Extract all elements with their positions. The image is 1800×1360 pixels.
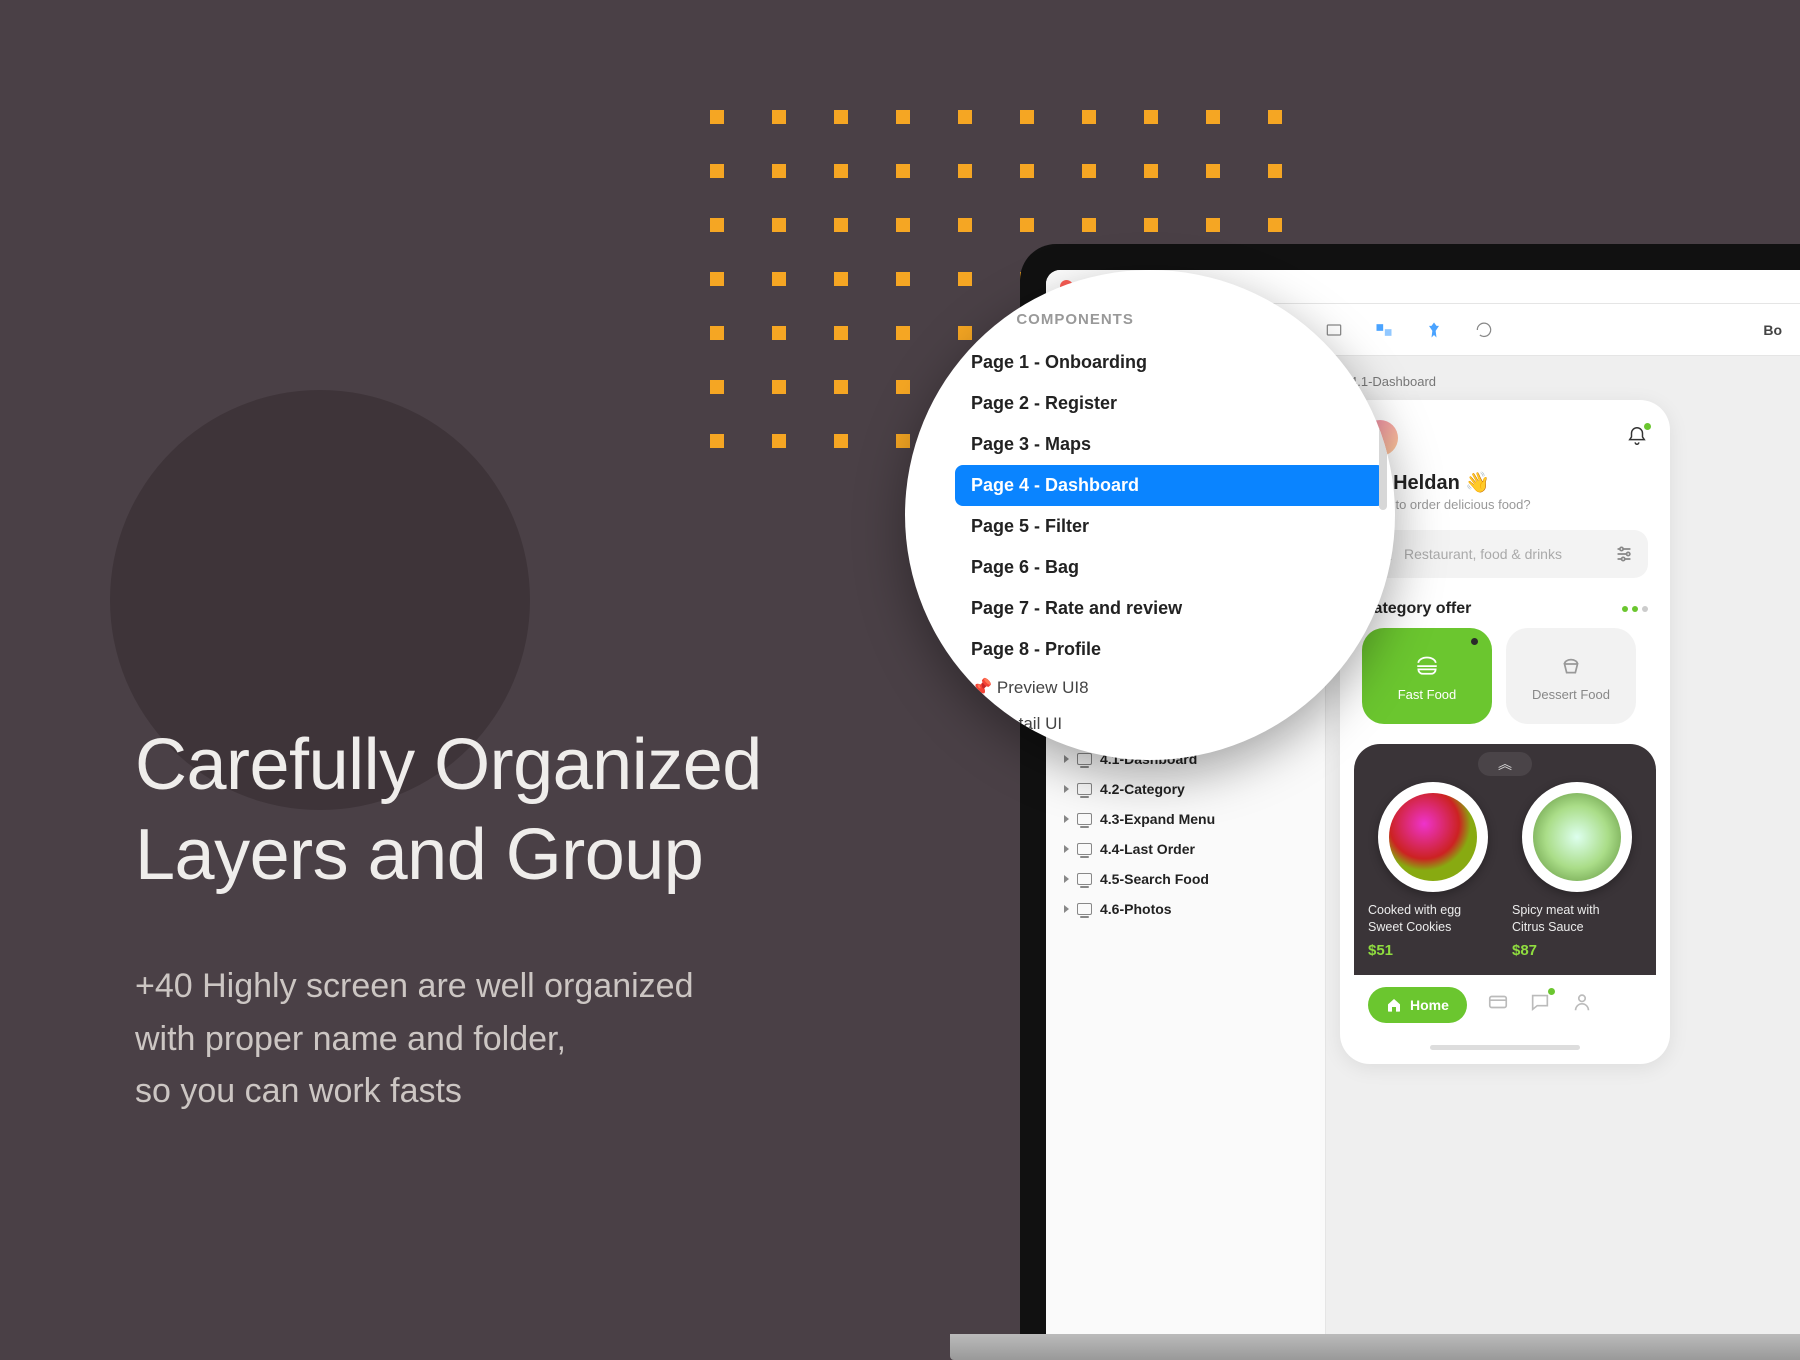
tab-profile[interactable] (1571, 991, 1593, 1018)
category-label: Dessert Food (1532, 687, 1610, 702)
hero-desc-line2: with proper name and folder, (135, 1020, 566, 1058)
page-row[interactable]: Page 3 - Maps (955, 424, 1385, 465)
magnifier-circle: …ts COMPONENTS ＋ ˄ Page 1 - Onboarding P… (905, 270, 1395, 760)
filter-icon[interactable] (1614, 544, 1634, 564)
food-price: $51 (1368, 942, 1498, 959)
pager-dots (1622, 606, 1648, 612)
toolbar-label: Bo (1763, 322, 1782, 338)
layer-row[interactable]: 4.3-Expand Menu (1046, 804, 1325, 834)
layer-row[interactable]: 4.2-Category (1046, 774, 1325, 804)
design-canvas[interactable]: 4.1-Dashboard Hi, Heldan 👋 Want to ord (1326, 356, 1800, 1334)
hero-title-line1: Carefully Organized (135, 725, 762, 805)
hero-desc-line1: +40 Highly screen are well organized (135, 967, 693, 1005)
layer-label: 4.5-Search Food (1100, 871, 1209, 887)
page-row[interactable]: Page 7 - Rate and review (955, 588, 1385, 629)
tab-home[interactable]: Home (1368, 987, 1467, 1023)
layer-row[interactable]: 4.6-Photos (1046, 894, 1325, 924)
artboard-icon (1077, 753, 1092, 765)
toolbar-refresh-icon[interactable] (1474, 320, 1494, 340)
expand-handle-icon[interactable]: ︽ (1478, 752, 1532, 776)
food-price: $87 (1512, 942, 1642, 959)
layer-label: 4.3-Expand Menu (1100, 811, 1215, 827)
layer-label: 4.4-Last Order (1100, 841, 1195, 857)
hero-copy: Carefully Organized Layers and Group +40… (135, 720, 762, 1118)
pinned-item[interactable]: Detail UI (955, 706, 1385, 742)
tab-chat[interactable] (1529, 991, 1551, 1018)
food-name: Spicy meat with (1512, 903, 1600, 917)
panel-tab-documents[interactable]: …ts (963, 311, 994, 328)
burger-icon (1414, 651, 1440, 677)
food-name: Citrus Sauce (1512, 920, 1584, 934)
food-card[interactable]: Cooked with egg Sweet Cookies $51 (1368, 782, 1498, 959)
artboard-icon (1077, 903, 1092, 915)
artboard-icon (1077, 843, 1092, 855)
category-label: Fast Food (1398, 687, 1457, 702)
layer-row[interactable]: 4.4-Last Order (1046, 834, 1325, 864)
artboard-icon (1077, 873, 1092, 885)
category-card-dessert[interactable]: Dessert Food (1506, 628, 1636, 724)
page-row[interactable]: Page 2 - Register (955, 383, 1385, 424)
notification-icon[interactable] (1626, 425, 1648, 452)
collapse-icon[interactable]: ˄ (1365, 306, 1377, 332)
page-row[interactable]: Page 6 - Bag (955, 547, 1385, 588)
tab-bar: Home (1354, 975, 1656, 1035)
layer-row[interactable]: 4.5-Search Food (1046, 864, 1325, 894)
search-placeholder: Restaurant, food & drinks (1404, 546, 1562, 562)
hero-desc-line3: so you can work fasts (135, 1072, 462, 1110)
page-row[interactable]: Page 8 - Profile (955, 629, 1385, 670)
tab-home-label: Home (1410, 997, 1449, 1013)
artboard-icon (1077, 783, 1092, 795)
home-indicator (1430, 1045, 1580, 1050)
food-card[interactable]: Spicy meat with Citrus Sauce $87 (1512, 782, 1642, 959)
layer-label: 4.2-Category (1100, 781, 1185, 797)
layer-label: 4.6-Photos (1100, 901, 1172, 917)
pinned-item[interactable]: Preview UI8 (955, 670, 1385, 706)
artboard-icon (1077, 813, 1092, 825)
search-input[interactable]: Restaurant, food & drinks (1362, 530, 1648, 578)
page-row[interactable]: Page 5 - Filter (955, 506, 1385, 547)
cupcake-icon (1558, 651, 1584, 677)
food-name: Sweet Cookies (1368, 920, 1451, 934)
hero-title-line2: Layers and Group (135, 815, 703, 895)
page-row[interactable]: Page 1 - Onboarding (955, 342, 1385, 383)
bottom-sheet[interactable]: ︽ Cooked with egg Sweet Cookies $51 (1354, 744, 1656, 975)
toolbar-pin-icon[interactable] (1424, 320, 1444, 340)
panel-tab-components[interactable]: COMPONENTS (1016, 311, 1134, 328)
tab-wallet[interactable] (1487, 991, 1509, 1018)
scrollbar[interactable] (1379, 350, 1387, 510)
page-row-selected[interactable]: Page 4 - Dashboard (955, 465, 1385, 506)
food-name: Cooked with egg (1368, 903, 1461, 917)
add-page-icon[interactable]: ＋ (1332, 306, 1351, 332)
home-icon (1386, 997, 1402, 1013)
